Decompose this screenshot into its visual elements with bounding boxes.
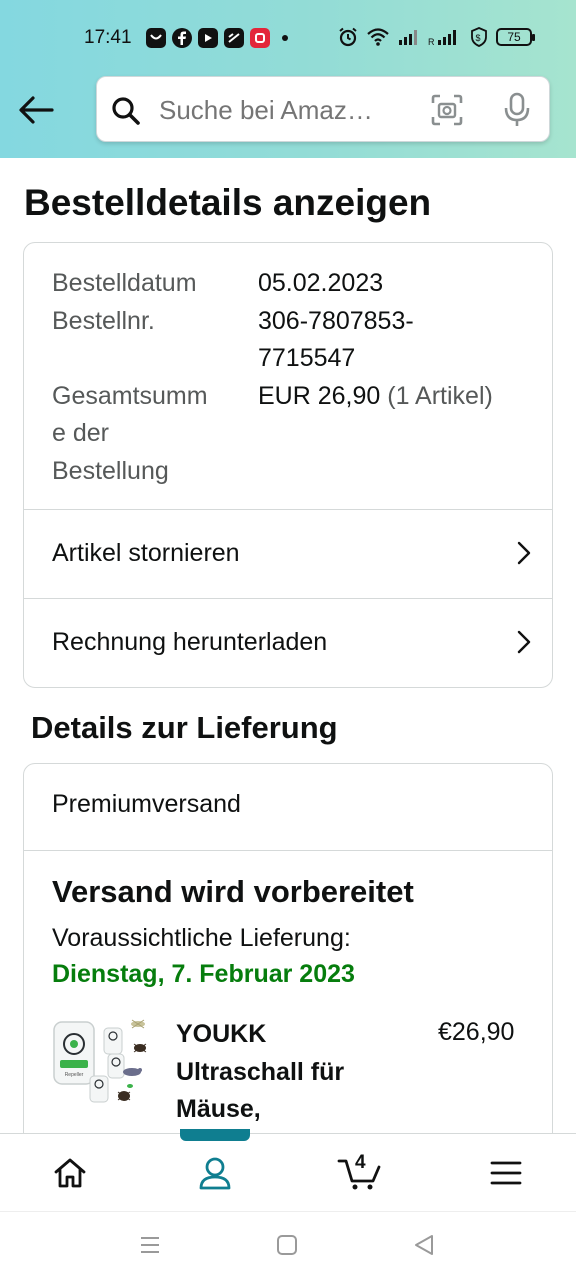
arrow-left-icon xyxy=(19,96,54,124)
download-invoice-label: Rechnung herunterladen xyxy=(52,628,328,656)
status-time: 17:41 xyxy=(84,27,132,48)
nav-home[interactable] xyxy=(20,1134,120,1212)
microphone-icon[interactable] xyxy=(503,92,531,128)
product-title-line3: Mäuse, xyxy=(176,1095,261,1123)
delivery-card: Premiumversand Versand wird vorbereitet … xyxy=(23,763,553,1183)
facebook-icon xyxy=(172,28,192,48)
back-button[interactable] xyxy=(14,88,58,132)
download-invoice-link[interactable]: Rechnung herunterladen xyxy=(24,598,552,686)
order-number-row: Bestellnr. 306-7807853- 7715547 xyxy=(52,303,538,378)
order-total-amount: EUR 26,90 xyxy=(258,381,381,410)
search-icon xyxy=(112,97,140,125)
camera-scan-icon[interactable] xyxy=(431,94,463,126)
divider xyxy=(24,850,552,851)
shipping-method: Premiumversand xyxy=(52,790,241,818)
order-number-line1: 306-7807853- xyxy=(258,306,414,335)
signal-roaming-icon: R xyxy=(428,30,456,46)
order-total-label-line2: e der xyxy=(52,419,109,447)
order-info: Bestelldatum 05.02.2023 Bestellnr. 306-7… xyxy=(52,265,538,490)
notification-icons xyxy=(146,28,288,48)
red-app-icon xyxy=(250,28,270,48)
order-total-row: Gesamtsumm e der Bestellung EUR 26,90 (1… xyxy=(52,378,538,491)
order-total-label-line1: Gesamtsumm xyxy=(52,381,208,410)
page-title: Bestelldetails anzeigen xyxy=(24,182,432,223)
svg-text:R: R xyxy=(428,37,435,46)
order-date-row: Bestelldatum 05.02.2023 xyxy=(52,265,538,303)
cancel-items-label: Artikel stornieren xyxy=(52,539,240,567)
order-summary-card: Bestelldatum 05.02.2023 Bestellnr. 306-7… xyxy=(23,242,553,688)
home-button-icon[interactable] xyxy=(276,1234,298,1256)
more-notifications-dot xyxy=(282,35,288,41)
bottom-navigation xyxy=(0,1133,576,1211)
app-header: 17:41 R $ 75 xyxy=(0,0,576,158)
order-number-line2: 7715547 xyxy=(258,344,356,372)
order-total-label-line3: Bestellung xyxy=(52,456,169,485)
cancel-items-link[interactable]: Artikel stornieren xyxy=(24,509,552,597)
home-icon xyxy=(54,1158,86,1188)
delivery-section-title: Details zur Lieferung xyxy=(31,710,338,745)
youtube-icon xyxy=(198,28,218,48)
shipment-status: Versand wird vorbereitet xyxy=(52,874,414,909)
order-total-value: EUR 26,90 (1 Artikel) xyxy=(258,378,538,491)
order-number-value: 306-7807853- 7715547 xyxy=(258,303,538,378)
vpn-icon: $ xyxy=(471,27,487,47)
chevron-right-icon xyxy=(517,630,531,654)
app-icon xyxy=(224,28,244,48)
product-image[interactable]: Repeller xyxy=(52,1014,152,1114)
recent-apps-icon[interactable] xyxy=(139,1234,161,1256)
product-image-label: Repeller xyxy=(65,1072,84,1078)
chevron-right-icon xyxy=(517,541,531,565)
back-triangle-icon[interactable] xyxy=(413,1234,435,1256)
alarm-icon xyxy=(339,27,357,47)
nav-menu[interactable] xyxy=(456,1134,556,1212)
order-total-label: Gesamtsumm e der Bestellung xyxy=(52,378,258,491)
battery-icon: 75 xyxy=(496,28,535,46)
cart-count-badge: 4 xyxy=(355,1152,366,1173)
product-title-line2: Ultraschall für xyxy=(176,1057,345,1086)
order-date-label: Bestelldatum xyxy=(52,269,197,297)
search-bar[interactable] xyxy=(96,76,550,142)
product-price: €26,90 xyxy=(438,1018,515,1046)
svg-text:$: $ xyxy=(476,33,481,43)
order-item-count: (1 Artikel) xyxy=(387,381,493,410)
expected-delivery-date: Dienstag, 7. Februar 2023 xyxy=(52,960,355,988)
signal-icon xyxy=(399,30,417,45)
menu-icon xyxy=(490,1161,522,1185)
product-title-line1: YOUKK xyxy=(176,1020,267,1048)
wifi-icon xyxy=(367,28,389,46)
order-date-value: 05.02.2023 xyxy=(258,269,384,297)
product-title[interactable]: YOUKK Ultraschall für Mäuse, xyxy=(176,1016,406,1129)
account-icon xyxy=(199,1157,231,1190)
order-number-label: Bestellnr. xyxy=(52,306,155,335)
nav-account[interactable] xyxy=(165,1134,265,1212)
expected-delivery-label: Voraussichtliche Lieferung: xyxy=(52,924,351,952)
search-input[interactable] xyxy=(159,91,409,129)
system-navigation-bar xyxy=(0,1211,576,1280)
system-icons: R $ 75 xyxy=(338,27,535,47)
status-bar: 17:41 R $ 75 xyxy=(0,22,576,56)
mail-app-icon xyxy=(146,28,166,48)
active-tab-indicator xyxy=(180,1129,250,1141)
